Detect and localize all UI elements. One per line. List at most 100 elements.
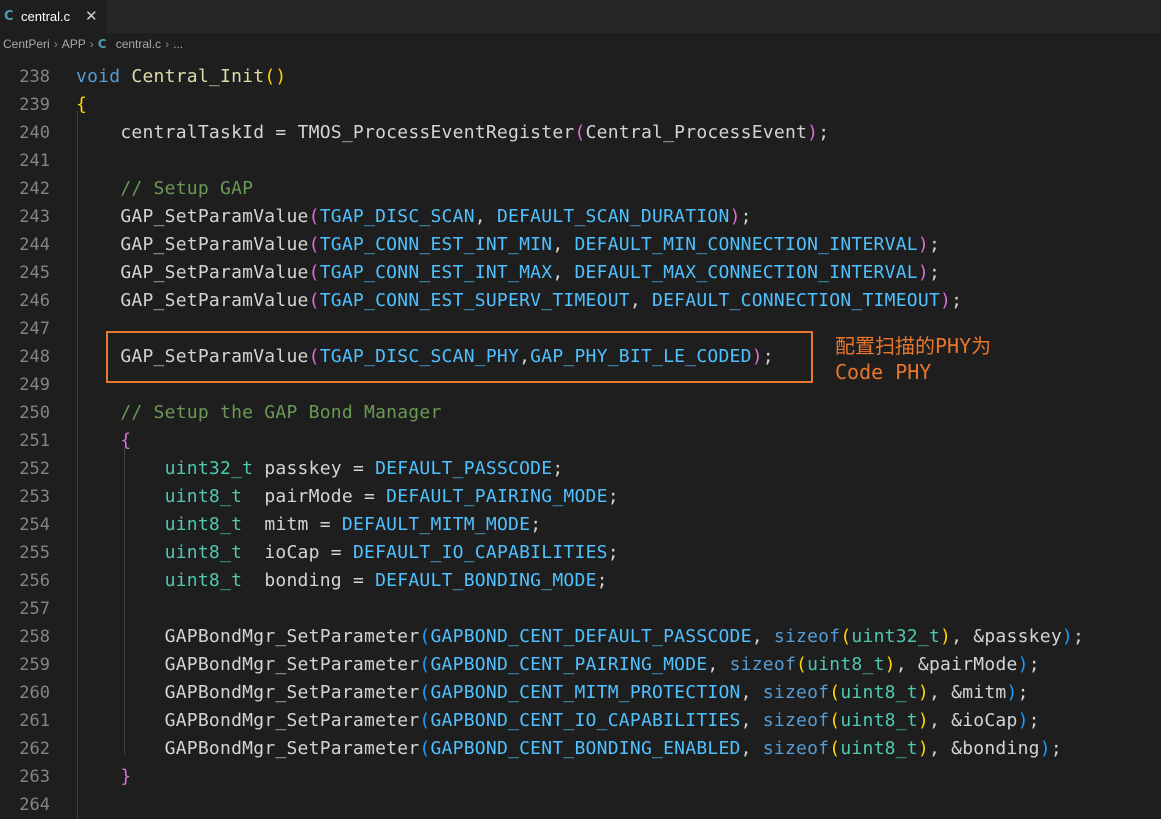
close-icon[interactable]: ✕	[85, 7, 98, 25]
code-line[interactable]: 238 void Central_Init()	[0, 63, 1161, 91]
code-token: GAP_SetParamValue	[120, 206, 309, 227]
code-text: {	[76, 91, 87, 119]
code-editor[interactable]: 配置扫描的PHY为 Code PHY 238 void Central_Init(…	[0, 55, 1161, 819]
c-file-icon: C	[4, 9, 14, 24]
code-text: GAPBondMgr_SetParameter(GAPBOND_CENT_BON…	[76, 735, 1062, 763]
code-token: )	[1017, 710, 1029, 731]
code-line[interactable]: 258 GAPBondMgr_SetParameter(GAPBOND_CENT…	[0, 623, 1161, 651]
code-line[interactable]: 256 uint8_t bonding = DEFAULT_BONDING_MO…	[0, 567, 1161, 595]
code-token: ;	[928, 262, 941, 283]
code-token: GAP_SetParamValue	[120, 234, 309, 255]
code-token: // Setup the GAP Bond Manager	[120, 402, 442, 423]
code-text: void Central_Init()	[76, 63, 286, 91]
line-number: 251	[19, 431, 50, 451]
code-token: ,	[519, 346, 531, 367]
code-line[interactable]: 250 // Setup the GAP Bond Manager	[0, 399, 1161, 427]
code-line[interactable]: 264	[0, 791, 1161, 819]
code-token: GAPBOND_CENT_IO_CAPABILITIES	[430, 710, 741, 731]
code-token: )	[940, 626, 952, 647]
code-token: (	[264, 66, 276, 87]
code-token: uint8_t	[840, 710, 918, 731]
code-line[interactable]: 246 GAP_SetParamValue(TGAP_CONN_EST_SUPE…	[0, 287, 1161, 315]
tab-central-c[interactable]: C central.c ✕	[0, 0, 107, 33]
code-text: centralTaskId = TMOS_ProcessEventRegiste…	[76, 119, 829, 147]
code-token: DEFAULT_PAIRING_MODE	[386, 486, 608, 507]
line-number: 259	[19, 655, 50, 675]
code-line[interactable]: 242 // Setup GAP	[0, 175, 1161, 203]
code-token: TGAP_CONN_EST_INT_MIN	[319, 234, 553, 255]
code-token: uint8_t	[840, 682, 918, 703]
tab-label: central.c	[21, 9, 71, 24]
code-line[interactable]: 257	[0, 595, 1161, 623]
code-token: , &passkey	[951, 626, 1062, 647]
line-number: 262	[19, 739, 50, 759]
code-line[interactable]: 239 {	[0, 91, 1161, 119]
code-token: )	[917, 710, 929, 731]
code-token: )	[917, 234, 929, 255]
code-text: }	[76, 763, 131, 791]
line-number: 239	[19, 95, 50, 115]
code-line[interactable]: 252 uint32_t passkey = DEFAULT_PASSCODE;	[0, 455, 1161, 483]
code-token: uint32_t	[851, 626, 941, 647]
code-token: ;	[607, 486, 619, 507]
code-line[interactable]: 245 GAP_SetParamValue(TGAP_CONN_EST_INT_…	[0, 259, 1161, 287]
code-token: uint8_t	[164, 542, 243, 563]
chevron-right-icon: ›	[165, 37, 170, 51]
breadcrumb-item-app[interactable]: APP	[62, 37, 86, 51]
code-line[interactable]: 247	[0, 315, 1161, 343]
code-token: GAP_SetParamValue	[120, 346, 309, 367]
code-line[interactable]: 240 centralTaskId = TMOS_ProcessEventReg…	[0, 119, 1161, 147]
code-token: (	[308, 206, 320, 227]
code-token: ;	[596, 570, 608, 591]
code-text: GAP_SetParamValue(TGAP_CONN_EST_INT_MAX,…	[76, 259, 940, 287]
code-token: ,	[740, 738, 763, 759]
line-number: 246	[19, 291, 50, 311]
breadcrumb-item-file[interactable]: central.c	[116, 37, 161, 51]
code-token: , &ioCap	[928, 710, 1018, 731]
code-line[interactable]: 263 }	[0, 763, 1161, 791]
code-line[interactable]: 262 GAPBondMgr_SetParameter(GAPBOND_CENT…	[0, 735, 1161, 763]
code-token: ioCap =	[242, 542, 353, 563]
code-line[interactable]: 251 {	[0, 427, 1161, 455]
code-text: GAP_SetParamValue(TGAP_DISC_SCAN, DEFAUL…	[76, 203, 752, 231]
code-token: void	[76, 66, 121, 87]
code-line[interactable]: 241	[0, 147, 1161, 175]
line-number: 261	[19, 711, 50, 731]
code-token: ;	[1050, 738, 1062, 759]
code-line[interactable]: 261 GAPBondMgr_SetParameter(GAPBOND_CENT…	[0, 707, 1161, 735]
code-line[interactable]: 249	[0, 371, 1161, 399]
code-token: ,	[751, 626, 774, 647]
code-line[interactable]: 255 uint8_t ioCap = DEFAULT_IO_CAPABILIT…	[0, 539, 1161, 567]
code-line[interactable]: 253 uint8_t pairMode = DEFAULT_PAIRING_M…	[0, 483, 1161, 511]
breadcrumb-item-symbol[interactable]: ...	[173, 37, 183, 51]
line-number: 257	[19, 599, 50, 619]
code-token: sizeof	[729, 654, 797, 675]
code-token: (	[796, 654, 808, 675]
breadcrumb-item-centperi[interactable]: CentPeri	[3, 37, 50, 51]
code-line[interactable]: 248 GAP_SetParamValue(TGAP_DISC_SCAN_PHY…	[0, 343, 1161, 371]
code-line[interactable]: 244 GAP_SetParamValue(TGAP_CONN_EST_INT_…	[0, 231, 1161, 259]
code-token: =	[264, 122, 298, 143]
code-token: ;	[1028, 710, 1040, 731]
code-token: )	[917, 262, 929, 283]
code-line[interactable]: 243 GAP_SetParamValue(TGAP_DISC_SCAN, DE…	[0, 203, 1161, 231]
code-token: (	[829, 710, 841, 731]
code-token: ,	[629, 290, 653, 311]
code-token: (	[308, 262, 320, 283]
code-line[interactable]: 260 GAPBondMgr_SetParameter(GAPBOND_CENT…	[0, 679, 1161, 707]
code-line[interactable]: 254 uint8_t mitm = DEFAULT_MITM_MODE;	[0, 511, 1161, 539]
code-token: DEFAULT_MITM_MODE	[341, 514, 531, 535]
code-token: GAPBondMgr_SetParameter	[164, 626, 420, 647]
code-token: ,	[552, 234, 575, 255]
code-text: // Setup the GAP Bond Manager	[76, 399, 442, 427]
code-line[interactable]: 259 GAPBondMgr_SetParameter(GAPBOND_CENT…	[0, 651, 1161, 679]
code-text: GAP_SetParamValue(TGAP_DISC_SCAN_PHY,GAP…	[76, 343, 774, 371]
